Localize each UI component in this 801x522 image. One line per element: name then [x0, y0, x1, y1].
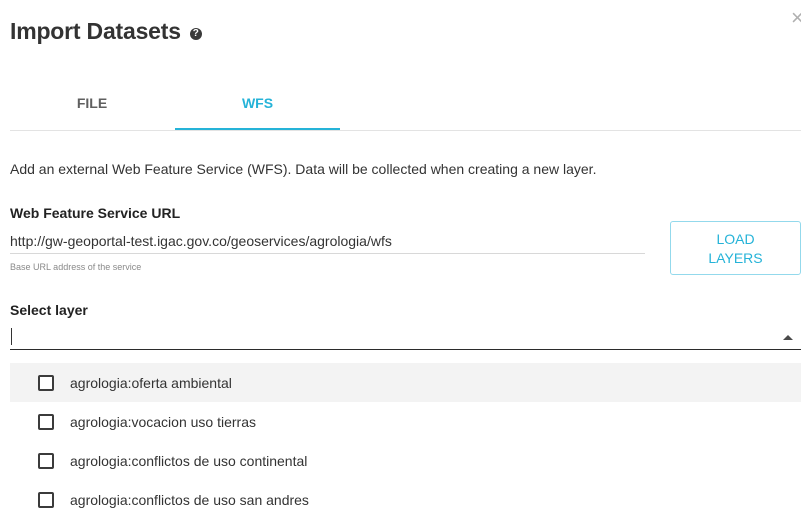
close-icon[interactable]: ×: [791, 8, 801, 28]
import-datasets-dialog: Import Datasets ? × FILE WFS Add an exte…: [0, 0, 801, 522]
load-layers-button[interactable]: LOAD LAYERS: [670, 221, 801, 275]
layer-option[interactable]: agrologia:conflictos de uso san andres: [10, 480, 801, 519]
checkbox[interactable]: [38, 491, 54, 508]
layer-option[interactable]: agrologia:conflictos de uso continental: [10, 441, 801, 480]
checkbox[interactable]: [38, 452, 54, 469]
tab-wfs[interactable]: WFS: [175, 84, 340, 130]
text-cursor: [11, 328, 12, 345]
layer-option-label: agrologia:conflictos de uso continental: [70, 452, 308, 469]
select-layer-label: Select layer: [10, 302, 88, 318]
dialog-title: Import Datasets: [10, 18, 181, 44]
tab-file[interactable]: FILE: [10, 84, 174, 128]
help-circle-icon[interactable]: ?: [189, 27, 202, 40]
layer-options-list: agrologia:oferta ambiental agrologia:voc…: [10, 363, 801, 519]
wfs-url-helper: Base URL address of the service: [10, 262, 142, 272]
layer-option[interactable]: agrologia:vocacion uso tierras: [10, 402, 801, 441]
layer-option-label: agrologia:vocacion uso tierras: [70, 413, 256, 430]
checkbox[interactable]: [38, 413, 54, 430]
wfs-url-label: Web Feature Service URL: [10, 205, 181, 221]
checkbox[interactable]: [38, 374, 54, 391]
wfs-description: Add an external Web Feature Service (WFS…: [10, 161, 597, 177]
import-tabs: FILE WFS: [10, 84, 801, 131]
layer-option[interactable]: agrologia:oferta ambiental: [10, 363, 801, 402]
select-layer-input[interactable]: [10, 324, 801, 350]
dialog-header: Import Datasets ?: [10, 18, 202, 45]
layer-option-label: agrologia:oferta ambiental: [70, 374, 232, 391]
arrow-up-icon[interactable]: [783, 335, 793, 340]
layer-option-label: agrologia:conflictos de uso san andres: [70, 491, 309, 508]
wfs-url-input[interactable]: [10, 229, 645, 254]
